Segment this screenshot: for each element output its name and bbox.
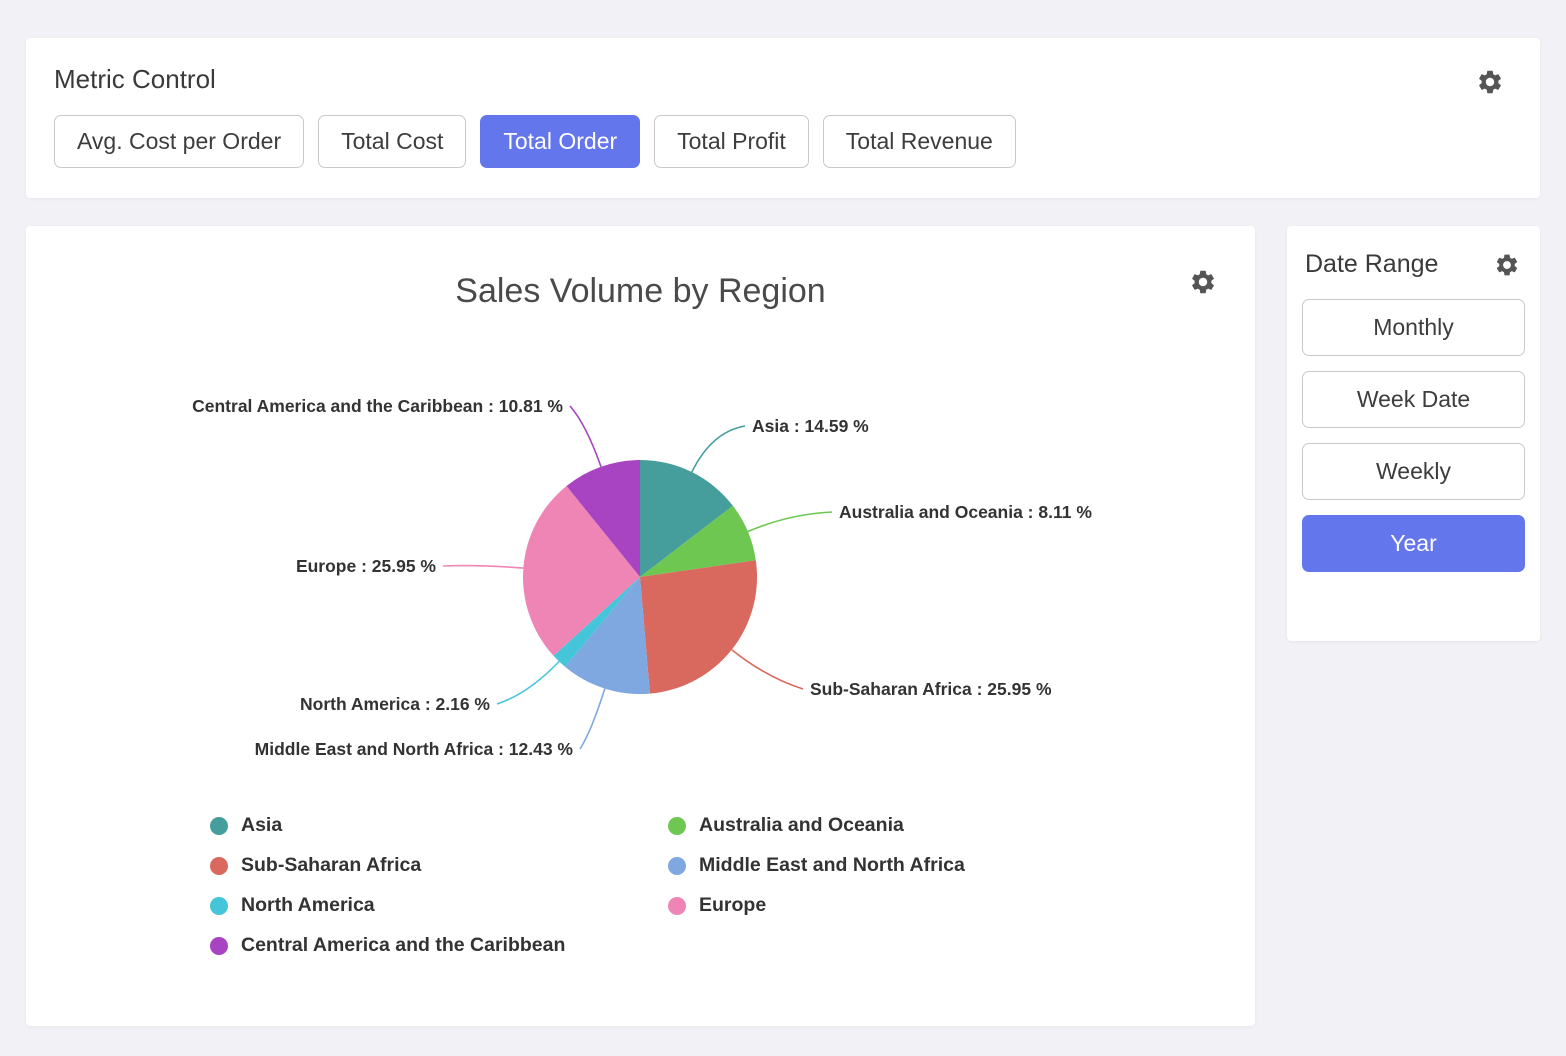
pie-label-central-america-and-the-caribbean: Central America and the Caribbean : 10.8… [192, 396, 563, 416]
metric-button-total-profit[interactable]: Total Profit [654, 115, 809, 168]
legend-item-middle-east-and-north-africa[interactable]: Middle East and North Africa [668, 854, 1255, 877]
pie-label-line-sub-saharan-africa [732, 650, 803, 689]
legend-dot-europe [668, 897, 686, 915]
pie-label-asia: Asia : 14.59 % [752, 416, 869, 436]
legend-item-europe[interactable]: Europe [668, 894, 1255, 917]
pie-slice-sub-saharan-africa[interactable] [640, 560, 757, 693]
pie-label-line-asia [692, 426, 745, 472]
chart-legend: Asia Australia and Oceania Sub-Saharan Afr… [26, 814, 1255, 957]
legend-label-europe: Europe [699, 894, 766, 917]
pie-label-line-australia-and-oceania [748, 512, 832, 532]
metric-button-total-cost[interactable]: Total Cost [318, 115, 466, 168]
date-range-button-year[interactable]: Year [1302, 515, 1525, 572]
legend-item-north-america[interactable]: North America [210, 894, 668, 917]
date-range-button-week-date[interactable]: Week Date [1302, 371, 1525, 428]
metric-control-card: Metric Control Avg. Cost per Order Total … [26, 38, 1540, 198]
pie-label-australia-and-oceania: Australia and Oceania : 8.11 % [839, 502, 1092, 522]
legend-label-middle-east-and-north-africa: Middle East and North Africa [699, 854, 965, 877]
legend-item-sub-saharan-africa[interactable]: Sub-Saharan Africa [210, 854, 668, 877]
legend-label-australia-and-oceania: Australia and Oceania [699, 814, 904, 837]
date-range-buttons-group: Monthly Week Date Weekly Year [1302, 299, 1525, 572]
chart-title: Sales Volume by Region [26, 226, 1255, 311]
date-range-button-monthly[interactable]: Monthly [1302, 299, 1525, 356]
metric-settings-gear-icon[interactable] [1476, 68, 1504, 96]
dashboard-page: Metric Control Avg. Cost per Order Total … [0, 0, 1566, 1056]
legend-item-australia-and-oceania[interactable]: Australia and Oceania [668, 814, 1255, 837]
legend-dot-central-america-and-the-caribbean [210, 937, 228, 955]
date-range-card: Date Range Monthly Week Date Weekly Year [1287, 226, 1540, 641]
lower-section: Sales Volume by Region Asia : 14.59 % Aus… [26, 226, 1540, 1026]
pie-label-sub-saharan-africa: Sub-Saharan Africa : 25.95 % [810, 679, 1052, 699]
legend-dot-north-america [210, 897, 228, 915]
sales-volume-chart-card: Sales Volume by Region Asia : 14.59 % Aus… [26, 226, 1255, 1026]
pie-label-europe: Europe : 25.95 % [296, 556, 436, 576]
metric-button-total-order[interactable]: Total Order [480, 115, 640, 168]
legend-dot-middle-east-and-north-africa [668, 857, 686, 875]
metric-buttons-group: Avg. Cost per Order Total Cost Total Order… [54, 115, 1512, 168]
legend-label-north-america: North America [241, 894, 375, 917]
legend-item-asia[interactable]: Asia [210, 814, 668, 837]
legend-label-asia: Asia [241, 814, 282, 837]
chart-settings-gear-icon[interactable] [1189, 268, 1217, 296]
legend-dot-asia [210, 817, 228, 835]
metric-button-total-revenue[interactable]: Total Revenue [823, 115, 1016, 168]
legend-item-central-america-and-the-caribbean[interactable]: Central America and the Caribbean [210, 934, 668, 957]
pie-label-line-central-america-and-the-caribbean [570, 406, 601, 467]
legend-label-sub-saharan-africa: Sub-Saharan Africa [241, 854, 421, 877]
metric-control-title: Metric Control [54, 64, 1512, 95]
pie-label-line-north-america [497, 662, 559, 705]
pie-label-line-europe [443, 566, 523, 569]
metric-button-avg-cost-per-order[interactable]: Avg. Cost per Order [54, 115, 304, 168]
date-range-button-weekly[interactable]: Weekly [1302, 443, 1525, 500]
pie-chart: Asia : 14.59 % Australia and Oceania : 8.… [26, 338, 1255, 808]
pie-label-line-middle-east-and-north-africa [580, 689, 605, 749]
date-range-title: Date Range [1302, 250, 1525, 279]
date-range-settings-gear-icon[interactable] [1494, 252, 1520, 278]
legend-dot-australia-and-oceania [668, 817, 686, 835]
legend-label-central-america-and-the-caribbean: Central America and the Caribbean [241, 934, 565, 957]
pie-label-north-america: North America : 2.16 % [300, 694, 490, 714]
pie-label-middle-east-and-north-africa: Middle East and North Africa : 12.43 % [255, 739, 574, 759]
legend-dot-sub-saharan-africa [210, 857, 228, 875]
